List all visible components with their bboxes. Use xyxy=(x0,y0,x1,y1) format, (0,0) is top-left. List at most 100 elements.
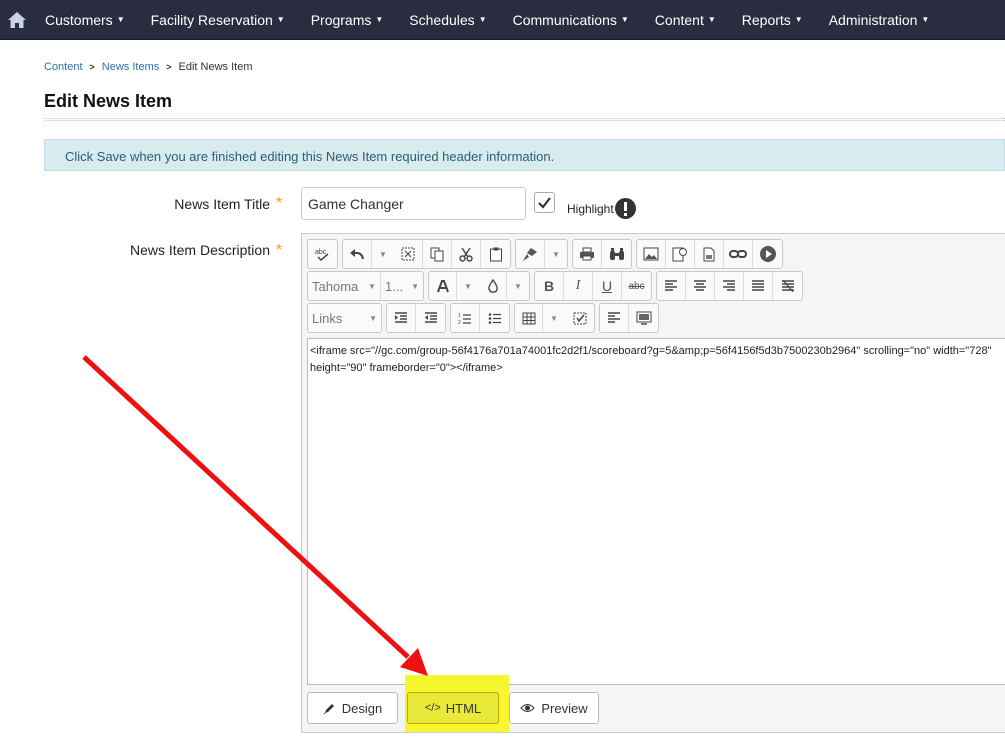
chevron-right-icon: > xyxy=(89,62,95,72)
format-brush-icon[interactable] xyxy=(516,240,545,268)
preview-mode-button[interactable]: Preview xyxy=(509,692,599,724)
toolbar-group: ▼ xyxy=(514,303,595,333)
paragraph-icon[interactable] xyxy=(600,304,629,332)
caret-down-icon: ▼ xyxy=(375,15,384,24)
rich-text-editor: abc ▼ ▼ Tahoma ▼ 1... ▼ ▼ ▼ B I U abc Li… xyxy=(301,233,1005,733)
caret-down-icon: ▼ xyxy=(478,15,487,24)
chevron-right-icon: > xyxy=(166,62,172,72)
find-binoculars-icon[interactable] xyxy=(602,240,631,268)
nav-schedules[interactable]: Schedules ▼ xyxy=(396,0,499,40)
toolbar-group: abc xyxy=(307,239,338,269)
numbered-list-icon[interactable]: 12 xyxy=(451,304,480,332)
font-name-select[interactable]: Tahoma ▼ xyxy=(308,272,381,300)
table-icon[interactable] xyxy=(515,304,543,332)
toolbar-group xyxy=(386,303,446,333)
breadcrumb: Content > News Items > Edit News Item xyxy=(44,61,253,73)
format-dropdown-icon[interactable]: ▼ xyxy=(545,240,567,268)
nav-content[interactable]: Content ▼ xyxy=(642,0,729,40)
font-color-dropdown-icon[interactable]: ▼ xyxy=(457,272,479,300)
info-banner: Click Save when you are finished editing… xyxy=(44,139,1005,171)
design-mode-button[interactable]: Design xyxy=(307,692,398,724)
links-select[interactable]: Links ▼ xyxy=(308,304,381,332)
caret-down-icon: ▼ xyxy=(276,15,285,24)
top-navigation-bar: Customers ▼ Facility Reservation ▼ Program… xyxy=(0,0,1005,40)
code-icon: </> xyxy=(424,702,441,714)
nav-customers[interactable]: Customers ▼ xyxy=(32,0,138,40)
remove-alignment-icon[interactable] xyxy=(773,272,802,300)
toolbar-row-2: Tahoma ▼ 1... ▼ ▼ ▼ B I U abc xyxy=(307,271,807,301)
strikethrough-icon[interactable]: abc xyxy=(622,272,651,300)
align-left-icon[interactable] xyxy=(657,272,686,300)
page-title: Edit News Item xyxy=(44,91,173,111)
toolbar-group xyxy=(572,239,632,269)
toolbar-group: Tahoma ▼ 1... ▼ xyxy=(307,271,424,301)
nav-reports[interactable]: Reports ▼ xyxy=(729,0,816,40)
divider xyxy=(44,118,1005,121)
copy-icon[interactable] xyxy=(423,240,452,268)
news-item-title-input[interactable] xyxy=(301,187,526,220)
highlight-label: Highlight xyxy=(567,202,614,216)
align-right-icon[interactable] xyxy=(715,272,744,300)
fullscreen-icon[interactable] xyxy=(394,240,423,268)
html-mode-button[interactable]: </> HTML xyxy=(407,692,499,724)
media-manager-icon[interactable] xyxy=(666,240,695,268)
table-dropdown-icon[interactable]: ▼ xyxy=(543,304,565,332)
required-asterisk: * xyxy=(276,195,283,212)
cut-icon[interactable] xyxy=(452,240,481,268)
nav-communications[interactable]: Communications ▼ xyxy=(500,0,642,40)
home-icon[interactable] xyxy=(2,0,32,40)
svg-text:2: 2 xyxy=(458,320,461,325)
print-icon[interactable] xyxy=(573,240,602,268)
svg-text:1: 1 xyxy=(458,313,461,319)
module-icon[interactable] xyxy=(629,304,658,332)
spellcheck-icon[interactable]: abc xyxy=(308,240,337,268)
nav-programs[interactable]: Programs ▼ xyxy=(298,0,397,40)
image-icon[interactable] xyxy=(637,240,666,268)
undo-icon[interactable] xyxy=(343,240,372,268)
indent-icon[interactable] xyxy=(387,304,416,332)
toolbar-group: 12 xyxy=(450,303,510,333)
document-icon[interactable] xyxy=(695,240,724,268)
bold-icon[interactable]: B xyxy=(535,272,564,300)
breadcrumb-news-items[interactable]: News Items xyxy=(102,61,159,73)
font-color-icon[interactable] xyxy=(429,272,457,300)
toolbar-group: ▼ xyxy=(342,239,511,269)
undo-dropdown-icon[interactable]: ▼ xyxy=(372,240,394,268)
eye-icon xyxy=(520,704,536,712)
breadcrumb-content[interactable]: Content xyxy=(44,61,83,73)
nav-facility-reservation[interactable]: Facility Reservation ▼ xyxy=(138,0,298,40)
caret-down-icon: ▼ xyxy=(794,15,803,24)
html-source-textarea[interactable]: <iframe src="//gc.com/group-56f4176a701a… xyxy=(307,338,1005,685)
caret-down-icon: ▼ xyxy=(116,15,125,24)
justify-icon[interactable] xyxy=(744,272,773,300)
align-center-icon[interactable] xyxy=(686,272,715,300)
italic-icon[interactable]: I xyxy=(564,272,593,300)
chevron-down-icon: ▼ xyxy=(368,281,376,291)
font-size-select[interactable]: 1... ▼ xyxy=(381,272,423,300)
news-item-description-label: News Item Description xyxy=(129,242,270,258)
nav-administration[interactable]: Administration ▼ xyxy=(816,0,943,40)
underline-icon[interactable]: U xyxy=(593,272,622,300)
bullet-list-icon[interactable] xyxy=(480,304,509,332)
toolbar-row-1: abc ▼ ▼ xyxy=(307,239,787,269)
highlight-color-icon[interactable] xyxy=(479,272,507,300)
highlight-checkbox[interactable] xyxy=(534,192,555,213)
media-play-icon[interactable] xyxy=(753,240,782,268)
toolbar-group xyxy=(656,271,803,301)
paste-icon[interactable] xyxy=(481,240,510,268)
svg-text:abc: abc xyxy=(315,249,327,256)
toolbar-group: Links ▼ xyxy=(307,303,382,333)
toolbar-group xyxy=(599,303,659,333)
html-source-content: <iframe src="//gc.com/group-56f4176a701a… xyxy=(310,345,992,374)
toolbar-group xyxy=(636,239,783,269)
exclamation-icon[interactable] xyxy=(615,198,636,219)
required-asterisk: * xyxy=(276,242,283,259)
check-icon xyxy=(538,197,551,209)
news-item-title-label: News Item Title xyxy=(174,196,270,212)
highlight-color-dropdown-icon[interactable]: ▼ xyxy=(507,272,529,300)
outdent-icon[interactable] xyxy=(416,304,445,332)
link-icon[interactable] xyxy=(724,240,753,268)
toolbar-row-3: Links ▼ 12 ▼ xyxy=(307,303,663,333)
template-icon[interactable] xyxy=(565,304,594,332)
breadcrumb-current: Edit News Item xyxy=(178,61,253,73)
